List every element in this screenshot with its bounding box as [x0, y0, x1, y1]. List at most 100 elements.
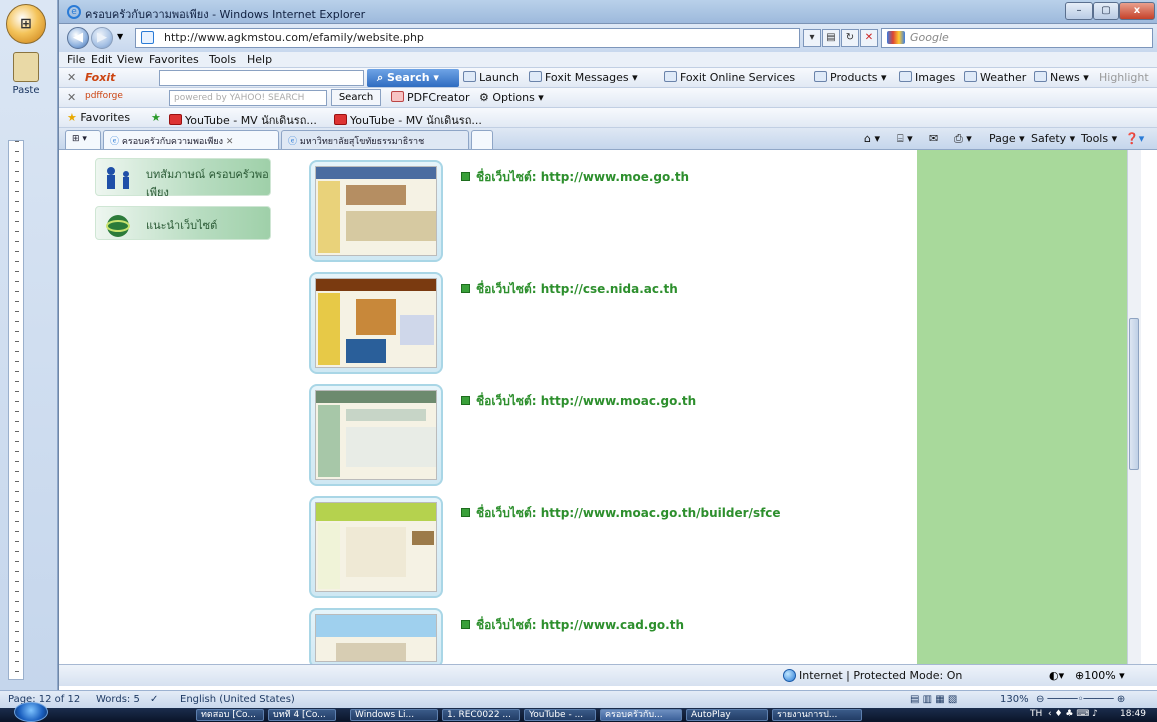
site-link-4[interactable]: ชื่อเว็บไซต์: http://www.moac.go.th/buil… [461, 504, 781, 523]
toolbar-foxit-messages[interactable]: Foxit Messages ▾ [529, 71, 638, 84]
menu-file[interactable]: File [67, 53, 85, 66]
task-item-8[interactable]: รายงานการป... [772, 709, 862, 721]
zoom-slider[interactable]: ⊖ ─────◦───── ⊕ [1036, 694, 1125, 705]
tray-icons[interactable]: ‹ ♦ ♣ ⌨ ♪ [1048, 709, 1098, 719]
close-toolbar-icon[interactable]: ✕ [67, 71, 76, 84]
start-button[interactable] [14, 702, 48, 722]
site-thumbnail-2[interactable] [309, 272, 443, 374]
office-button[interactable]: ⊞ [6, 4, 46, 44]
menu-tools[interactable]: Tools [209, 53, 236, 66]
close-toolbar-icon[interactable]: ✕ [67, 91, 76, 104]
ruler-tick [15, 361, 19, 362]
quick-tabs-button[interactable]: ⊞ ▾ [65, 130, 101, 149]
home-icon[interactable]: ⌂ ▾ [864, 132, 880, 145]
window-title: ครอบครัวกับความพอเพียง - Windows Interne… [85, 8, 366, 21]
foxit-search-button[interactable]: ⌕ Search ▾ [367, 69, 459, 87]
tools-menu[interactable]: Tools ▾ [1081, 132, 1117, 145]
site-link-3[interactable]: ชื่อเว็บไซต์: http://www.moac.go.th [461, 392, 696, 411]
close-tab-icon[interactable]: ✕ [226, 137, 234, 147]
scrollbar-thumb[interactable] [1129, 318, 1139, 470]
toolbar-images[interactable]: Images [899, 71, 955, 84]
search-input[interactable]: Google [881, 28, 1153, 48]
foxit-logo[interactable]: Foxit [85, 71, 115, 84]
favorite-link-1[interactable]: YouTube - MV นักเดินรถ... [169, 111, 317, 129]
toolbar-foxit-online[interactable]: Foxit Online Services [664, 71, 795, 84]
mail-icon[interactable]: ✉ [929, 132, 938, 145]
protected-mode-icon[interactable]: ◐▾ [1049, 669, 1064, 682]
site-thumbnail-4[interactable] [309, 496, 443, 598]
task-item-5[interactable]: YouTube - ... [524, 709, 596, 721]
word-zoom[interactable]: 130% [1000, 694, 1029, 705]
task-item-1[interactable]: ทดสอบ [Co... [196, 709, 264, 721]
toolbar-products[interactable]: Products ▾ [814, 71, 887, 84]
recommend-web-button[interactable]: แนะนำเว็บไซต์ [95, 206, 271, 240]
refresh-icon[interactable]: ↻ [841, 29, 859, 47]
address-bar[interactable]: http://www.agkmstou.com/efamily/website.… [135, 28, 800, 48]
word-count[interactable]: Words: 5 [96, 694, 140, 705]
ie-icon: e [67, 5, 81, 19]
task-item-2[interactable]: บทที่ 4 [Co... [268, 709, 336, 721]
maximize-button[interactable]: ▢ [1093, 2, 1119, 20]
help-icon[interactable]: ❓▾ [1125, 132, 1144, 145]
task-item-4[interactable]: 1. REC0022 ... [442, 709, 520, 721]
menu-help[interactable]: Help [247, 53, 272, 66]
recent-pages-icon[interactable]: ▼ [117, 32, 123, 41]
minimize-button[interactable]: – [1065, 2, 1093, 20]
ruler-tick [15, 521, 19, 522]
page-menu[interactable]: Page ▾ [989, 132, 1025, 145]
toolbar-launch[interactable]: Launch [463, 71, 519, 84]
feeds-icon[interactable]: ⌸ ▾ [897, 132, 913, 146]
paste-button[interactable]: Paste [8, 52, 44, 112]
tab-inactive[interactable]: ⓔ มหาวิทยาลัยสุโขทัยธรรมาธิราช [281, 130, 469, 149]
task-item-3[interactable]: Windows Li... [350, 709, 438, 721]
toolbar-highlight[interactable]: Highlight [1099, 71, 1149, 84]
tab-active[interactable]: ⓔ ครอบครัวกับความพอเพียง ✕ [103, 130, 279, 149]
compat-icon[interactable]: ▤ [822, 29, 840, 47]
view-buttons[interactable]: ▤ ▥ ▦ ▧ [910, 694, 957, 705]
close-button[interactable]: x [1119, 2, 1155, 20]
page-count[interactable]: Page: 12 of 12 [8, 694, 80, 705]
toolbar-weather[interactable]: Weather [964, 71, 1026, 84]
ruler-tick [15, 371, 19, 372]
toolbar-options[interactable]: ⚙ Options ▾ [479, 91, 544, 104]
language-indicator[interactable]: TH [1030, 709, 1042, 719]
site-link-1[interactable]: ชื่อเว็บไซต์: http://www.moe.go.th [461, 168, 689, 187]
security-zone[interactable]: Internet | Protected Mode: On [799, 669, 962, 682]
menu-view[interactable]: View [117, 53, 143, 66]
proofing-icon[interactable]: ✓ [150, 694, 158, 705]
yahoo-search-input[interactable]: powered by YAHOO! SEARCH [169, 90, 327, 106]
foxit-search-input[interactable] [159, 70, 364, 86]
ruler-tick [15, 301, 19, 302]
stop-icon[interactable]: ✕ [860, 29, 878, 47]
task-item-6[interactable]: ครอบครัวกับ... [600, 709, 682, 721]
yahoo-search-button[interactable]: Search [331, 89, 381, 106]
add-favorites-icon[interactable]: ★ [151, 111, 161, 124]
images-icon [899, 71, 912, 82]
new-tab-button[interactable] [471, 130, 493, 149]
page-content: บทสัมภาษณ์ ครอบครัวพอเพียง แนะนำเว็บไซต์… [65, 150, 1141, 664]
zoom-level[interactable]: ⊕100% ▾ [1075, 669, 1125, 682]
print-icon[interactable]: ⎙ ▾ [954, 132, 972, 146]
favorites-button[interactable]: ★ Favorites [67, 111, 130, 124]
toolbar-pdfcreator[interactable]: PDFCreator [391, 91, 469, 104]
interview-button[interactable]: บทสัมภาษณ์ ครอบครัวพอเพียง [95, 158, 271, 199]
safety-menu[interactable]: Safety ▾ [1031, 132, 1075, 145]
toolbar-news[interactable]: News ▾ [1034, 71, 1089, 84]
address-dropdown-icon[interactable]: ▾ [803, 29, 821, 47]
bullet-icon [461, 620, 470, 629]
forward-button[interactable]: ▶ [91, 27, 113, 49]
family-icon [102, 165, 138, 191]
site-thumbnail-5[interactable] [309, 608, 443, 664]
ruler-tick [15, 531, 19, 532]
favorite-link-2[interactable]: YouTube - MV นักเดินรถ... [334, 111, 482, 129]
task-item-7[interactable]: AutoPlay [686, 709, 768, 721]
menu-favorites[interactable]: Favorites [149, 53, 199, 66]
language[interactable]: English (United States) [180, 694, 295, 705]
site-thumbnail-3[interactable] [309, 384, 443, 486]
menu-edit[interactable]: Edit [91, 53, 112, 66]
site-thumbnail-1[interactable] [309, 160, 443, 262]
site-link-2[interactable]: ชื่อเว็บไซต์: http://cse.nida.ac.th [461, 280, 678, 299]
site-link-5[interactable]: ชื่อเว็บไซต์: http://www.cad.go.th [461, 616, 684, 635]
back-button[interactable]: ◀ [67, 27, 89, 49]
clock[interactable]: 18:49 [1120, 709, 1146, 719]
